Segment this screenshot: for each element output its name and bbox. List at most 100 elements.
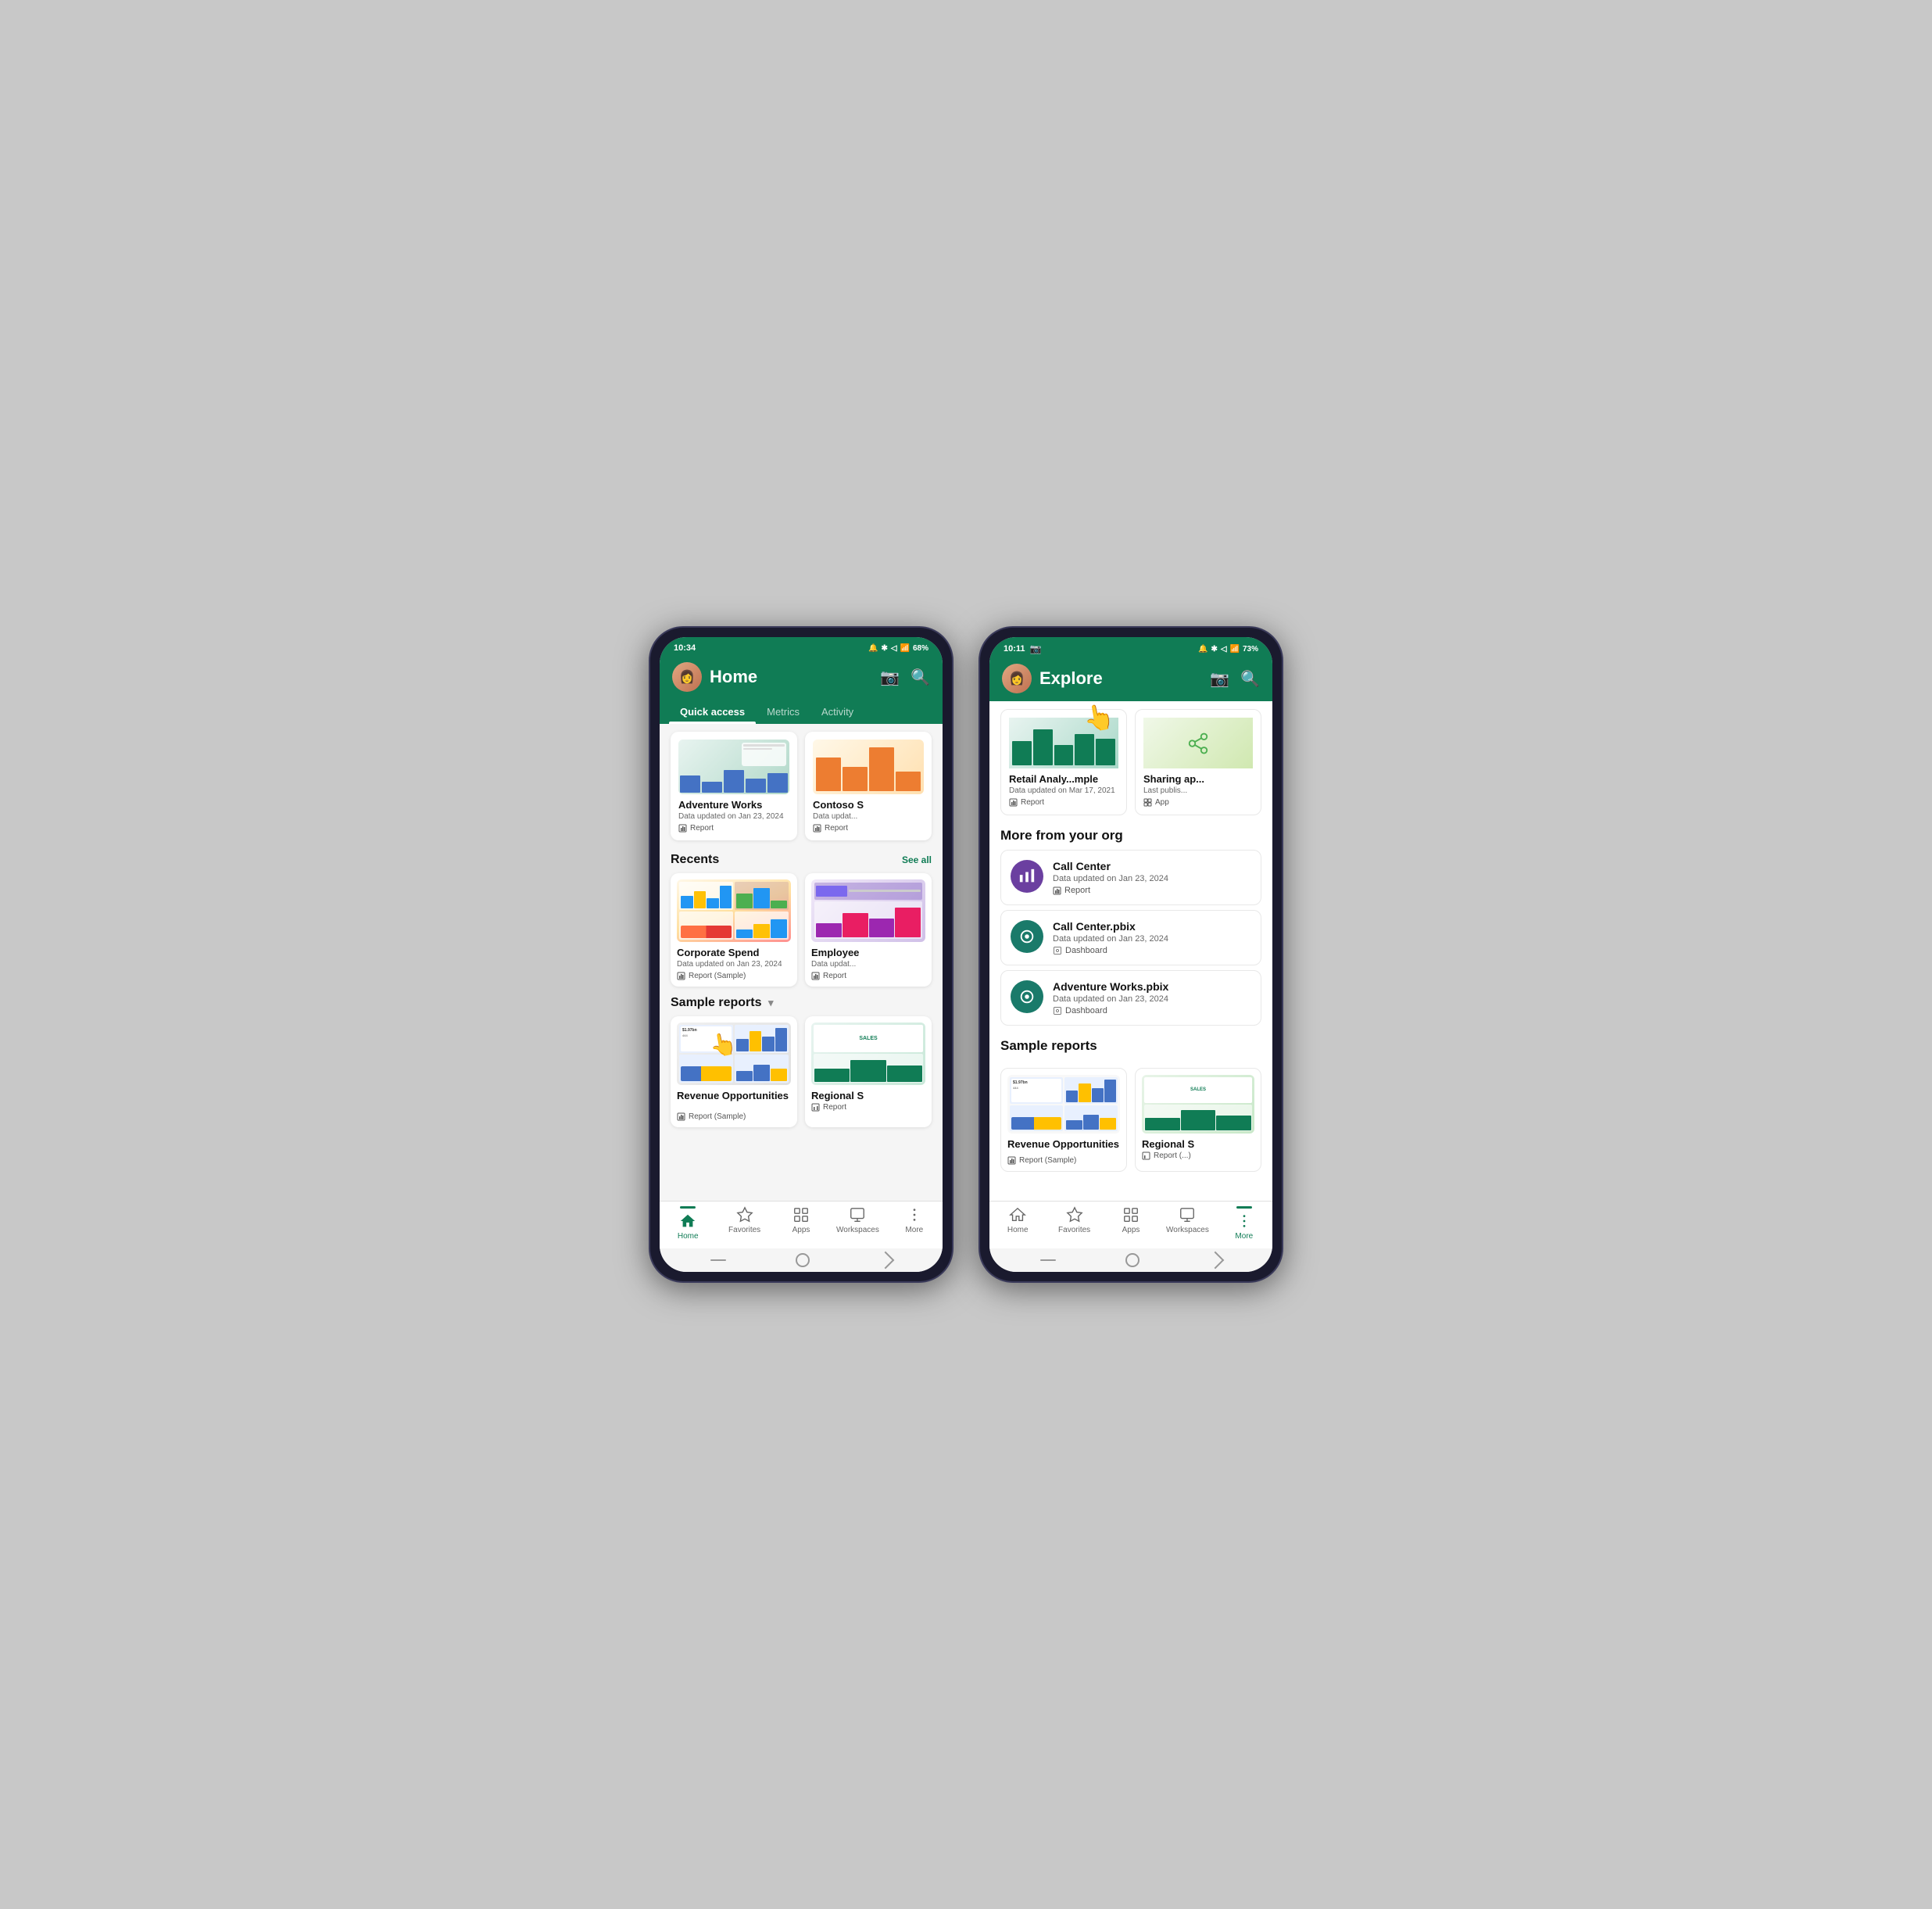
nav-label-home-2: Home bbox=[1007, 1226, 1029, 1234]
nav-apps-2[interactable]: Apps bbox=[1103, 1206, 1159, 1241]
sample-reports-title: Sample reports ▾ bbox=[671, 996, 773, 1010]
explore-sample-thumb-1: $1.97bn 444 bbox=[1007, 1075, 1120, 1134]
page-title-2: Explore bbox=[1039, 668, 1202, 689]
camera-icon-2[interactable]: 📷 bbox=[1210, 669, 1229, 689]
status-icons-2: 🔔 ✱ ◁ 📶 73% bbox=[1198, 645, 1258, 654]
dashboard-type-icon-2 bbox=[1053, 1006, 1062, 1015]
sample-card-regional[interactable]: SALES Regional S Report bbox=[805, 1016, 932, 1127]
nav-label-ws-2: Workspaces bbox=[1166, 1226, 1209, 1234]
tab-quick-access[interactable]: Quick access bbox=[669, 700, 756, 724]
nav-home-1[interactable]: Home bbox=[660, 1206, 716, 1241]
explore-sample-revenue[interactable]: $1.97bn 444 bbox=[1000, 1068, 1127, 1172]
recent-card-corporate[interactable]: Corporate Spend Data updated on Jan 23, … bbox=[671, 873, 797, 987]
bottom-nav-2: Home Favorites Apps Workspaces More bbox=[989, 1201, 1272, 1248]
nav-workspaces-2[interactable]: Workspaces bbox=[1159, 1206, 1215, 1241]
phone-home: 10:34 🔔 ✱ ◁ 📶 68% 👩 Home 📷 🔍 Quick a bbox=[649, 626, 953, 1283]
explore-card-callcenter[interactable]: Call Center Data updated on Jan 23, 2024… bbox=[1000, 850, 1261, 905]
explore-top-row: Retail Analy...mple Data updated on Mar … bbox=[989, 709, 1272, 820]
phone-explore: 10:11 📷 🔔 ✱ ◁ 📶 73% 👩 Explore 📷 🔍 bbox=[979, 626, 1283, 1283]
explore-card-sharing[interactable]: Sharing ap... Last publis... App bbox=[1135, 709, 1261, 815]
workspaces-icon-1 bbox=[849, 1206, 866, 1223]
quick-card-adventure[interactable]: Adventure Works Data updated on Jan 23, … bbox=[671, 732, 797, 840]
nav-apps-1[interactable]: Apps bbox=[773, 1206, 829, 1241]
bottom-nav-1: Home Favorites Apps Workspaces More bbox=[660, 1201, 943, 1248]
explore-card-callcenter-pbix[interactable]: Call Center.pbix Data updated on Jan 23,… bbox=[1000, 910, 1261, 965]
avatar-2[interactable]: 👩 bbox=[1002, 664, 1032, 693]
report-icon-5 bbox=[677, 1112, 685, 1121]
quick-access-row: Adventure Works Data updated on Jan 23, … bbox=[660, 724, 943, 848]
explore-sample-name-1: Revenue Opportunities bbox=[1007, 1138, 1120, 1150]
explore-retail-type: Report bbox=[1009, 798, 1118, 807]
report-icon-7 bbox=[1009, 798, 1018, 807]
callcenter-date: Data updated on Jan 23, 2024 bbox=[1053, 874, 1251, 883]
explore-content: Retail Analy...mple Data updated on Mar … bbox=[989, 701, 1272, 1201]
more-icon-2 bbox=[1236, 1212, 1253, 1230]
search-icon-2[interactable]: 🔍 bbox=[1240, 669, 1260, 689]
explore-sample-name-2: Regional S bbox=[1142, 1138, 1254, 1150]
adventure-works-date: Data updated on Jan 23, 2024 bbox=[1053, 994, 1251, 1004]
sample-card-revenue[interactable]: $1.97bn 444 bbox=[671, 1016, 797, 1127]
callcenter-name: Call Center bbox=[1053, 860, 1251, 872]
sample-thumb-1: $1.97bn 444 bbox=[677, 1023, 791, 1085]
sample-thumb-2: SALES bbox=[811, 1023, 925, 1085]
nav-label-home-1: Home bbox=[678, 1232, 699, 1241]
nav-label-more-2: More bbox=[1235, 1232, 1253, 1241]
gesture-bar-2 bbox=[989, 1248, 1272, 1272]
adventure-works-type: Dashboard bbox=[1053, 1006, 1251, 1015]
nav-favorites-2[interactable]: Favorites bbox=[1046, 1206, 1102, 1241]
explore-card-retail[interactable]: Retail Analy...mple Data updated on Mar … bbox=[1000, 709, 1127, 815]
nav-more-1[interactable]: More bbox=[886, 1206, 943, 1241]
search-icon-1[interactable]: 🔍 bbox=[911, 668, 930, 687]
tab-bar-1: Quick access Metrics Activity bbox=[660, 700, 943, 724]
recents-row: Corporate Spend Data updated on Jan 23, … bbox=[660, 869, 943, 991]
home-icon-2 bbox=[1009, 1206, 1026, 1223]
tab-activity[interactable]: Activity bbox=[810, 700, 864, 724]
card-date-1: Data updated on Jan 23, 2024 bbox=[678, 812, 789, 821]
home-content: Adventure Works Data updated on Jan 23, … bbox=[660, 724, 943, 1201]
card-name-1: Adventure Works bbox=[678, 799, 789, 811]
nav-label-apps-1: Apps bbox=[792, 1226, 810, 1234]
nav-label-more-1: More bbox=[905, 1226, 923, 1234]
explore-sample-type-2: Report (...) bbox=[1142, 1151, 1254, 1160]
report-icon-10 bbox=[1142, 1151, 1150, 1160]
callcenter-type: Report bbox=[1053, 886, 1251, 895]
status-bar-2: 10:11 📷 🔔 ✱ ◁ 📶 73% bbox=[989, 637, 1272, 657]
card-thumb-1 bbox=[678, 740, 789, 794]
more-icon-1 bbox=[906, 1206, 923, 1223]
header-icons-2: 📷 🔍 bbox=[1210, 669, 1260, 689]
callcenter-pbix-name: Call Center.pbix bbox=[1053, 920, 1251, 933]
sample-type-2: Report bbox=[811, 1103, 925, 1112]
card-type-2: Report bbox=[813, 824, 924, 833]
dashboard-icon-2 bbox=[1018, 988, 1036, 1005]
sample-reports-header: Sample reports ▾ bbox=[660, 991, 943, 1012]
report-icon-1 bbox=[678, 824, 687, 833]
see-all-recents[interactable]: See all bbox=[902, 854, 932, 865]
explore-card-adventureworks-pbix[interactable]: Adventure Works.pbix Data updated on Jan… bbox=[1000, 970, 1261, 1026]
report-icon-8 bbox=[1053, 886, 1061, 895]
nav-more-2[interactable]: More bbox=[1216, 1206, 1272, 1241]
explore-sharing-date: Last publis... bbox=[1143, 786, 1253, 795]
recent-type-1: Report (Sample) bbox=[677, 972, 791, 980]
tab-metrics[interactable]: Metrics bbox=[756, 700, 810, 724]
card-thumb-2 bbox=[813, 740, 924, 794]
explore-thumb-1 bbox=[1009, 718, 1118, 768]
recent-date-1: Data updated on Jan 23, 2024 bbox=[677, 960, 791, 969]
time-2: 10:11 bbox=[1004, 644, 1025, 654]
explore-sample-section: Sample reports bbox=[989, 1038, 1272, 1068]
app-header-2: 👩 Explore 📷 🔍 bbox=[989, 657, 1272, 701]
adventure-works-name: Adventure Works.pbix bbox=[1053, 980, 1251, 993]
recent-card-employee[interactable]: Employee Data updat... Report bbox=[805, 873, 932, 987]
sample-name-1: Revenue Opportunities bbox=[677, 1090, 791, 1101]
nav-favorites-1[interactable]: Favorites bbox=[716, 1206, 772, 1241]
apps-icon-1 bbox=[792, 1206, 810, 1223]
gesture-bar-1 bbox=[660, 1248, 943, 1272]
page-title-1: Home bbox=[710, 667, 872, 687]
callcenter-pbix-date: Data updated on Jan 23, 2024 bbox=[1053, 934, 1251, 944]
workspaces-icon-2 bbox=[1179, 1206, 1196, 1223]
quick-card-contoso[interactable]: Contoso S Data updat... Report bbox=[805, 732, 932, 840]
explore-sample-regional[interactable]: SALES Regional S Report (...) bbox=[1135, 1068, 1261, 1172]
nav-home-2[interactable]: Home bbox=[989, 1206, 1046, 1241]
avatar-1[interactable]: 👩 bbox=[672, 662, 702, 692]
nav-workspaces-1[interactable]: Workspaces bbox=[829, 1206, 886, 1241]
camera-icon-1[interactable]: 📷 bbox=[880, 668, 900, 687]
